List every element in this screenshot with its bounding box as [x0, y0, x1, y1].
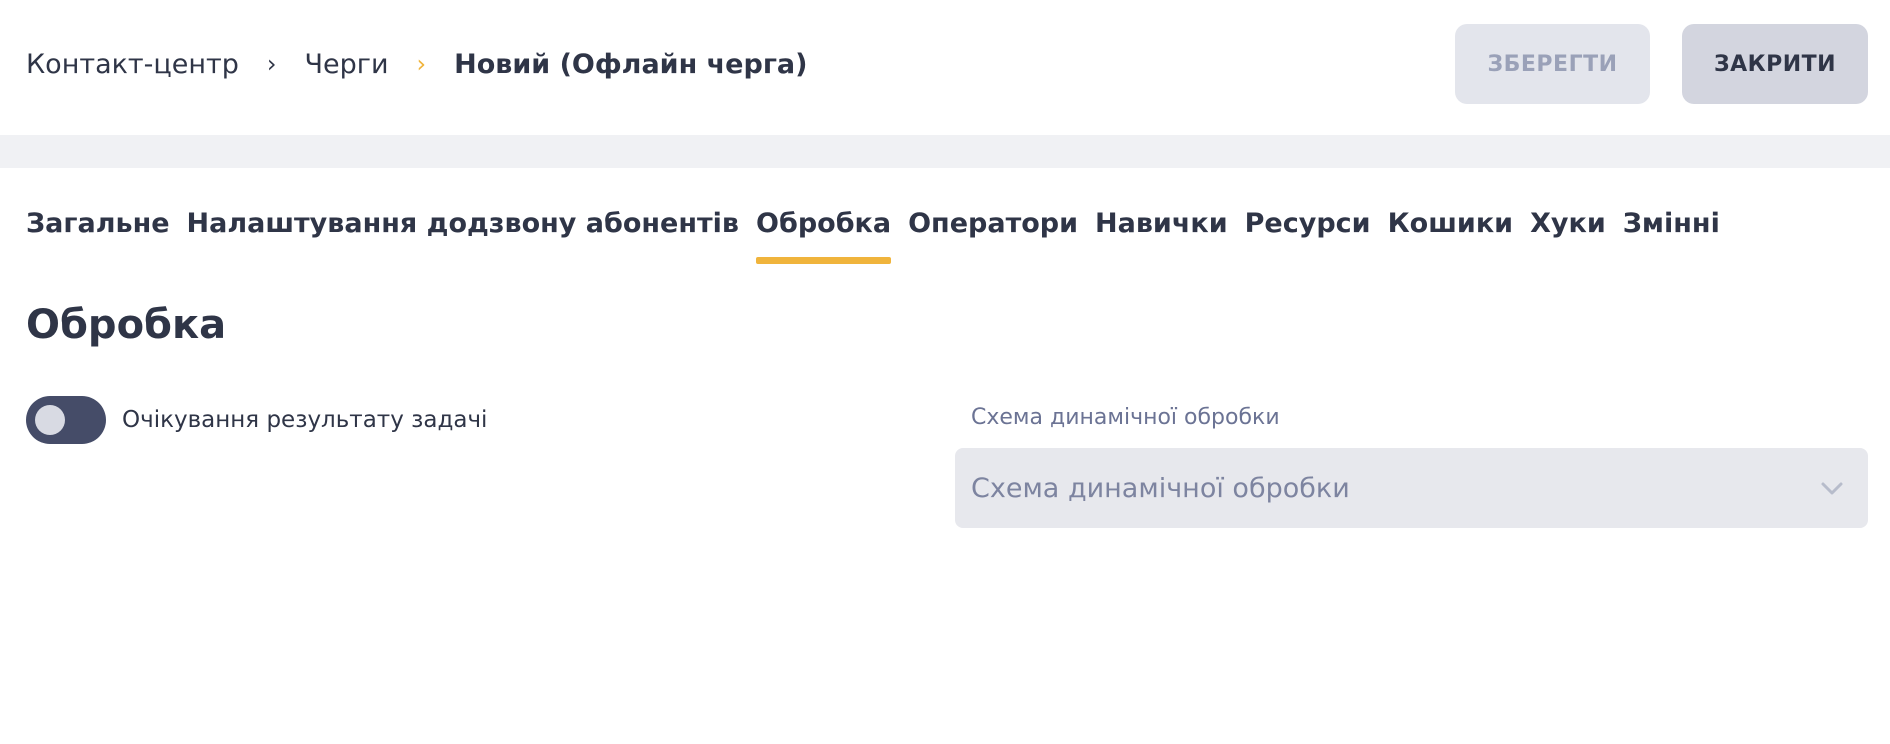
tab-operators[interactable]: Оператори — [908, 200, 1078, 264]
tab-resources[interactable]: Ресурси — [1245, 200, 1371, 264]
chevron-right-icon: › — [416, 50, 427, 78]
dynamic-scheme-placeholder: Схема динамічної обробки — [971, 472, 1350, 504]
save-button[interactable]: ЗБЕРЕГТИ — [1455, 24, 1650, 104]
tab-hooks[interactable]: Хуки — [1530, 200, 1606, 264]
breadcrumb-item-current: Новий (Офлайн черга) — [454, 48, 808, 80]
toggle-knob — [35, 405, 65, 435]
task-result-toggle-row: Очікування результату задачі — [26, 396, 487, 444]
tab-baskets[interactable]: Кошики — [1388, 200, 1513, 264]
tab-dial-settings[interactable]: Налаштування додзвону абонентів — [187, 200, 739, 264]
tab-bar: Загальне Налаштування додзвону абонентів… — [26, 200, 1737, 264]
tab-general[interactable]: Загальне — [26, 200, 170, 264]
dynamic-scheme-label: Схема динамічної обробки — [971, 405, 1280, 430]
task-result-toggle[interactable] — [26, 396, 106, 444]
header-divider — [0, 135, 1890, 168]
header-bar: Контакт-центр › Черги › Новий (Офлайн че… — [0, 0, 1890, 135]
tab-processing[interactable]: Обробка — [756, 200, 892, 264]
breadcrumb-item-contact-center[interactable]: Контакт-центр — [26, 49, 239, 80]
breadcrumb-item-queues[interactable]: Черги — [305, 49, 389, 80]
chevron-right-icon: › — [266, 50, 277, 78]
tab-variables[interactable]: Змінні — [1623, 200, 1720, 264]
dynamic-scheme-select[interactable]: Схема динамічної обробки — [955, 448, 1868, 528]
task-result-toggle-label: Очікування результату задачі — [122, 407, 488, 433]
chevron-down-icon — [1821, 482, 1843, 495]
close-button[interactable]: ЗАКРИТИ — [1682, 24, 1868, 104]
breadcrumb: Контакт-центр › Черги › Новий (Офлайн че… — [26, 46, 808, 82]
page-title: Обробка — [26, 302, 227, 348]
tab-skills[interactable]: Навички — [1095, 200, 1228, 264]
